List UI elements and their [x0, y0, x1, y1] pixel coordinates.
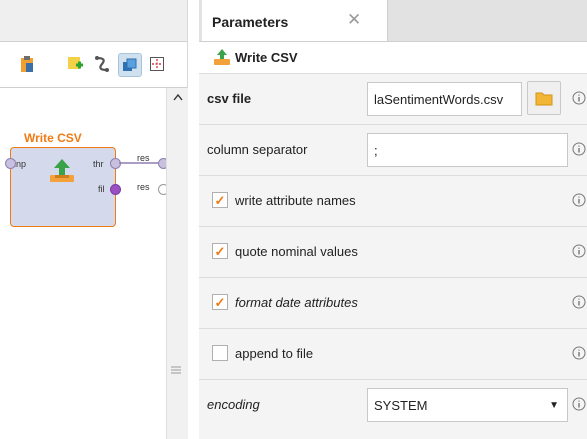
info-icon[interactable]	[572, 142, 586, 156]
canvas-scrollbar[interactable]	[166, 88, 188, 439]
param-label: encoding	[207, 397, 260, 412]
export-icon	[213, 49, 231, 71]
scroll-up-icon[interactable]	[167, 88, 188, 106]
append-to-file-checkbox[interactable]	[212, 345, 228, 361]
info-icon[interactable]	[572, 295, 586, 309]
param-row-format-date-attributes: ✓ format date attributes	[199, 278, 587, 329]
auto-wire-icon[interactable]	[91, 53, 113, 75]
param-label: csv file	[207, 91, 252, 106]
fit-view-icon[interactable]	[146, 53, 168, 75]
write-csv-operator[interactable]: inp thr fil	[10, 147, 116, 227]
param-label: append to file	[235, 346, 314, 361]
parameters-panel: Parameters ✕ Write CSV csv file laSentim…	[199, 0, 587, 439]
info-icon[interactable]	[572, 397, 586, 411]
resize-grip-icon[interactable]	[171, 366, 181, 374]
encoding-select[interactable]: SYSTEM ▼	[367, 388, 568, 422]
tab-parameters[interactable]: Parameters ✕	[202, 0, 388, 41]
quote-nominal-values-checkbox[interactable]: ✓	[212, 243, 228, 259]
param-row-write-attribute-names: ✓ write attribute names	[199, 176, 587, 227]
operator-header: Write CSV	[199, 42, 587, 74]
param-row-append-to-file: append to file	[199, 329, 587, 380]
info-icon[interactable]	[572, 193, 586, 207]
dropdown-arrow-icon: ▼	[549, 400, 559, 411]
result-port-label-1: res	[137, 153, 150, 163]
encoding-selected-value: SYSTEM	[374, 398, 428, 413]
param-row-encoding: encoding SYSTEM ▼	[199, 380, 587, 430]
param-label: column separator	[207, 142, 308, 157]
port-label-thr: thr	[93, 159, 104, 169]
browse-file-button[interactable]	[527, 81, 561, 115]
info-icon[interactable]	[572, 346, 586, 360]
export-icon	[47, 158, 77, 189]
close-icon[interactable]: ✕	[347, 11, 361, 28]
param-label: write attribute names	[235, 193, 356, 208]
port-label-fil: fil	[98, 184, 105, 194]
operator-title: Write CSV	[24, 131, 82, 145]
param-label: format date attributes	[235, 295, 358, 310]
output-port-fil[interactable]	[110, 184, 121, 195]
param-row-csv-file: csv file laSentimentWords.csv	[199, 74, 587, 125]
input-port-inp[interactable]	[5, 158, 16, 169]
operator-name: Write CSV	[235, 50, 298, 65]
canvas-toolbar	[0, 42, 187, 88]
write-attribute-names-checkbox[interactable]: ✓	[212, 192, 228, 208]
process-canvas: Write CSV inp thr fil res res	[0, 0, 188, 439]
canvas-header	[0, 0, 187, 42]
param-row-quote-nominal-values: ✓ quote nominal values	[199, 227, 587, 278]
result-port-label-2: res	[137, 182, 150, 192]
csv-file-input[interactable]: laSentimentWords.csv	[367, 82, 522, 116]
layers-icon[interactable]	[118, 53, 142, 77]
info-icon[interactable]	[572, 91, 586, 105]
param-label: quote nominal values	[235, 244, 358, 259]
clipboard-icon[interactable]	[16, 53, 38, 75]
info-icon[interactable]	[572, 244, 586, 258]
tab-label: Parameters	[212, 14, 289, 30]
column-separator-input[interactable]: ;	[367, 133, 568, 167]
param-row-column-separator: column separator ;	[199, 125, 587, 176]
tab-bar: Parameters ✕	[199, 0, 587, 42]
format-date-attributes-checkbox[interactable]: ✓	[212, 294, 228, 310]
add-note-icon[interactable]	[64, 53, 86, 75]
folder-icon	[535, 92, 553, 105]
